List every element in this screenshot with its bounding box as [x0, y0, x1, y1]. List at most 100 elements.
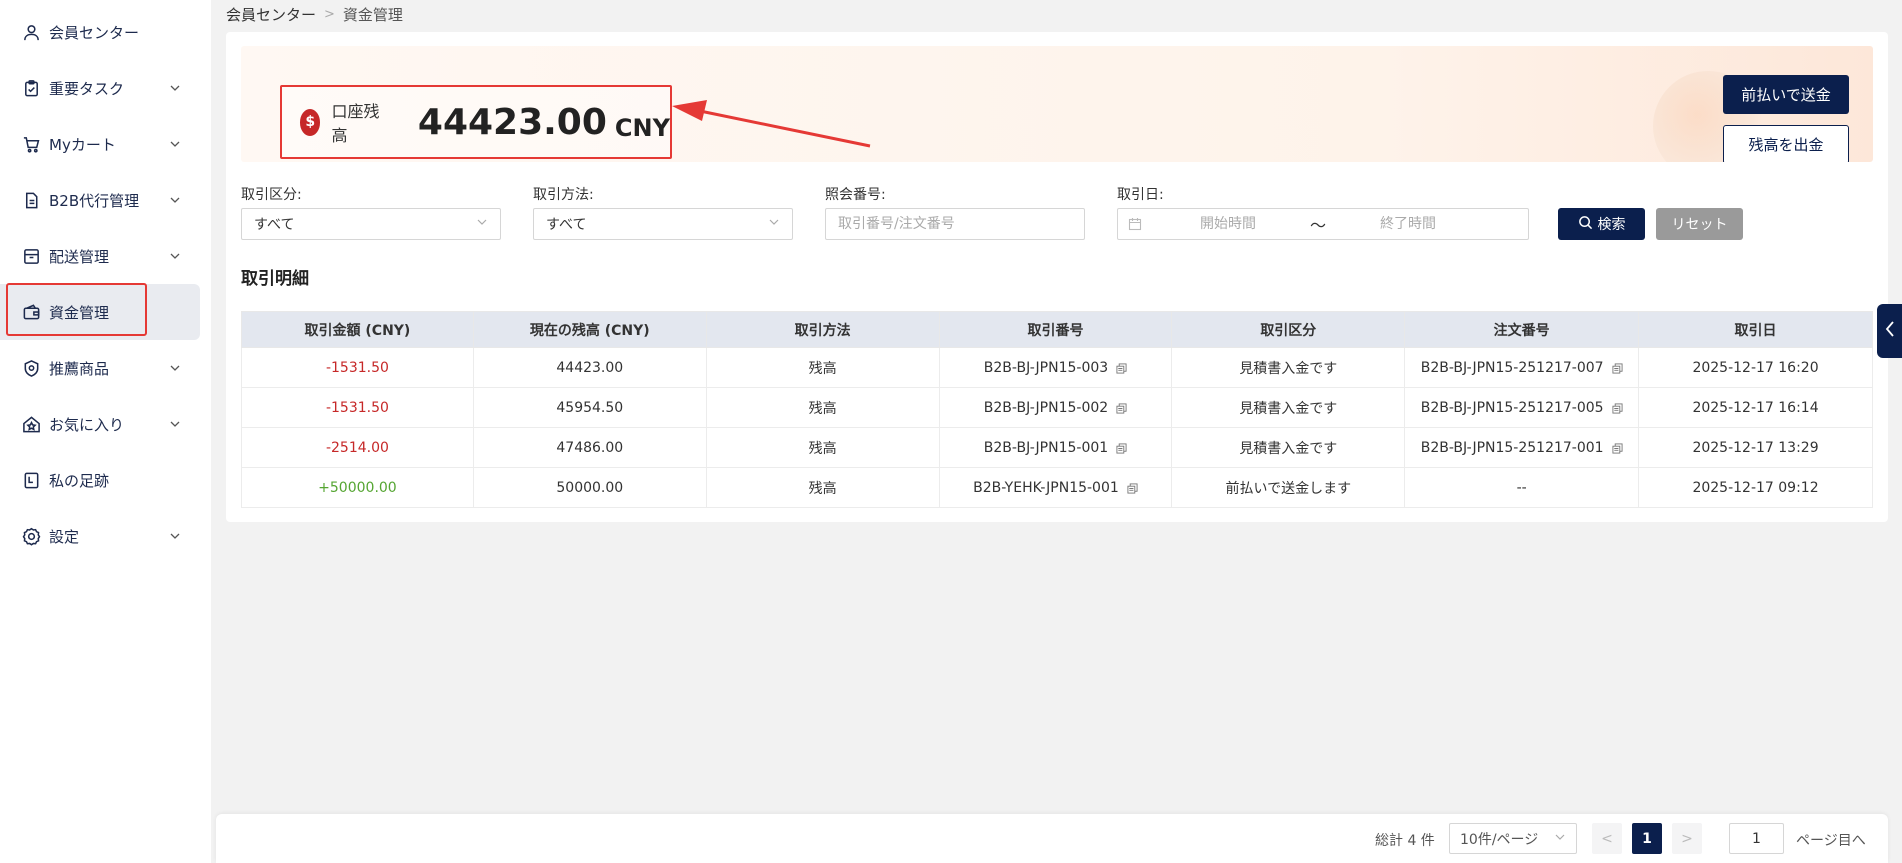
amount-cell: +50000.00 [241, 467, 474, 508]
table-header-row: 取引金額 (CNY) 現在の残高 (CNY) 取引方法 取引番号 取引区分 注文… [241, 311, 1873, 348]
collapse-panel-tab[interactable] [1877, 304, 1902, 358]
txn-number: B2B-BJ-JPN15-001 [983, 439, 1109, 456]
copy-icon[interactable] [1116, 362, 1127, 374]
footprint-icon [22, 471, 41, 490]
page-jump-input[interactable] [1729, 823, 1784, 854]
chevron-down-icon [168, 249, 182, 263]
wallet-icon [22, 303, 41, 322]
chevron-down-icon [168, 417, 182, 431]
chevron-down-icon [1554, 831, 1566, 847]
user-icon [22, 23, 41, 42]
copy-icon[interactable] [1612, 402, 1623, 414]
ref-filter-label: 照会番号: [825, 187, 886, 203]
star-home-icon [22, 415, 41, 434]
search-icon [1578, 215, 1593, 234]
page-number-button[interactable]: 1 [1632, 823, 1662, 854]
prev-page-button[interactable]: < [1592, 823, 1622, 854]
main-card: $ 口座残高 44423.00 CNY 前払いで送金 残高を出金 取引区分: す… [226, 32, 1888, 522]
search-button[interactable]: 検索 [1558, 208, 1645, 240]
prepay-button[interactable]: 前払いで送金 [1723, 75, 1849, 114]
start-date-input[interactable] [1148, 216, 1308, 232]
gear-icon [22, 527, 41, 546]
box-icon [22, 247, 41, 266]
txn-number: B2B-YEHK-JPN15-001 [973, 479, 1119, 496]
chevron-down-icon [168, 361, 182, 375]
chevron-down-icon [168, 193, 182, 207]
column-header: 現在の残高 (CNY) [472, 311, 707, 348]
sidebar-item-favorites[interactable]: お気に入り [0, 396, 200, 452]
date-cell: 2025-12-17 16:20 [1638, 347, 1873, 388]
balance-banner: $ 口座残高 44423.00 CNY 前払いで送金 残高を出金 [241, 46, 1873, 162]
balance-cell: 44423.00 [472, 347, 707, 388]
method-cell: 残高 [705, 347, 940, 388]
balance-label: 口座残高 [331, 102, 380, 145]
balance-cell: 50000.00 [472, 467, 707, 508]
chevron-down-icon [168, 529, 182, 543]
page-size-select[interactable]: 10件/ページ [1449, 823, 1577, 854]
page-size-value: 10件/ページ [1460, 831, 1539, 848]
sidebar-item-recommended[interactable]: 推薦商品 [0, 340, 200, 396]
copy-icon[interactable] [1612, 362, 1623, 374]
sidebar-item-funds[interactable]: 資金管理 [0, 284, 200, 340]
txn-number: B2B-BJ-JPN15-003 [983, 359, 1109, 376]
document-icon [22, 191, 41, 210]
sidebar-item-label: 資金管理 [49, 303, 110, 322]
breadcrumb: 会員センター > 資金管理 [226, 4, 403, 25]
end-date-input[interactable] [1328, 216, 1488, 232]
sidebar-item-settings[interactable]: 設定 [0, 508, 200, 564]
type-filter-value: すべて [254, 217, 295, 233]
method-filter-select[interactable]: すべて [533, 208, 793, 240]
table-row: -1531.50 45954.50 残高 B2B-BJ-JPN15-002 見積… [241, 387, 1873, 428]
balance-unit: CNY [614, 114, 670, 142]
sidebar-item-label: 会員センター [49, 23, 140, 42]
balance-cell: 47486.00 [472, 427, 707, 468]
txn-cell: B2B-BJ-JPN15-001 [938, 427, 1173, 468]
date-cell: 2025-12-17 13:29 [1638, 427, 1873, 468]
sidebar-item-b2b-agency[interactable]: B2B代行管理 [0, 172, 200, 228]
type-filter-select[interactable]: すべて [241, 208, 501, 240]
ref-number-input[interactable] [825, 208, 1085, 240]
column-header: 注文番号 [1404, 311, 1640, 348]
date-cell: 2025-12-17 09:12 [1638, 467, 1873, 508]
copy-icon[interactable] [1612, 442, 1623, 454]
next-page-button[interactable]: > [1672, 823, 1702, 854]
sidebar-item-label: B2B代行管理 [49, 191, 140, 210]
clipboard-icon [22, 79, 41, 98]
balance-amount: 44423.00 [417, 101, 607, 143]
sidebar-item-my-cart[interactable]: Myカート [0, 116, 200, 172]
date-separator: 〜 [1309, 216, 1326, 235]
table-row: -1531.50 44423.00 残高 B2B-BJ-JPN15-003 見積… [241, 347, 1873, 388]
reset-button[interactable]: リセット [1656, 208, 1743, 240]
order-cell: -- [1404, 467, 1640, 508]
order-cell: B2B-BJ-JPN15-251217-007 [1404, 347, 1640, 388]
type-cell: 見積書入金です [1171, 387, 1406, 428]
sidebar-item-shipping[interactable]: 配送管理 [0, 228, 200, 284]
chevron-down-icon [168, 81, 182, 95]
total-count: 総計 4 件 [1375, 833, 1435, 849]
sidebar: 会員センター 重要タスク Myカート B2B代行管理 配送管理 資金管理 推薦商… [0, 0, 211, 863]
chevron-left-icon [1884, 320, 1896, 342]
withdraw-button[interactable]: 残高を出金 [1723, 125, 1849, 162]
sidebar-item-label: 設定 [49, 527, 80, 546]
breadcrumb-root[interactable]: 会員センター [226, 4, 316, 25]
sidebar-item-important-tasks[interactable]: 重要タスク [0, 60, 200, 116]
copy-icon[interactable] [1116, 442, 1127, 454]
type-cell: 見積書入金です [1171, 427, 1406, 468]
type-cell: 前払いで送金します [1171, 467, 1406, 508]
method-cell: 残高 [705, 387, 940, 428]
sidebar-item-label: 重要タスク [49, 79, 125, 98]
date-range-picker[interactable]: 〜 [1117, 208, 1529, 240]
order-number: B2B-BJ-JPN15-251217-005 [1420, 399, 1604, 416]
order-number: B2B-BJ-JPN15-251217-001 [1420, 439, 1604, 456]
txn-cell: B2B-BJ-JPN15-002 [938, 387, 1173, 428]
order-cell: B2B-BJ-JPN15-251217-001 [1404, 427, 1640, 468]
pagination-bar: 総計 4 件 10件/ページ < 1 > ページ目へ [216, 814, 1888, 863]
method-cell: 残高 [705, 467, 940, 508]
column-header: 取引金額 (CNY) [241, 311, 474, 348]
cart-icon [22, 135, 41, 154]
copy-icon[interactable] [1127, 482, 1138, 494]
sidebar-item-label: Myカート [49, 135, 116, 154]
sidebar-item-member-center[interactable]: 会員センター [0, 4, 200, 60]
sidebar-item-footprints[interactable]: 私の足跡 [0, 452, 200, 508]
copy-icon[interactable] [1116, 402, 1127, 414]
